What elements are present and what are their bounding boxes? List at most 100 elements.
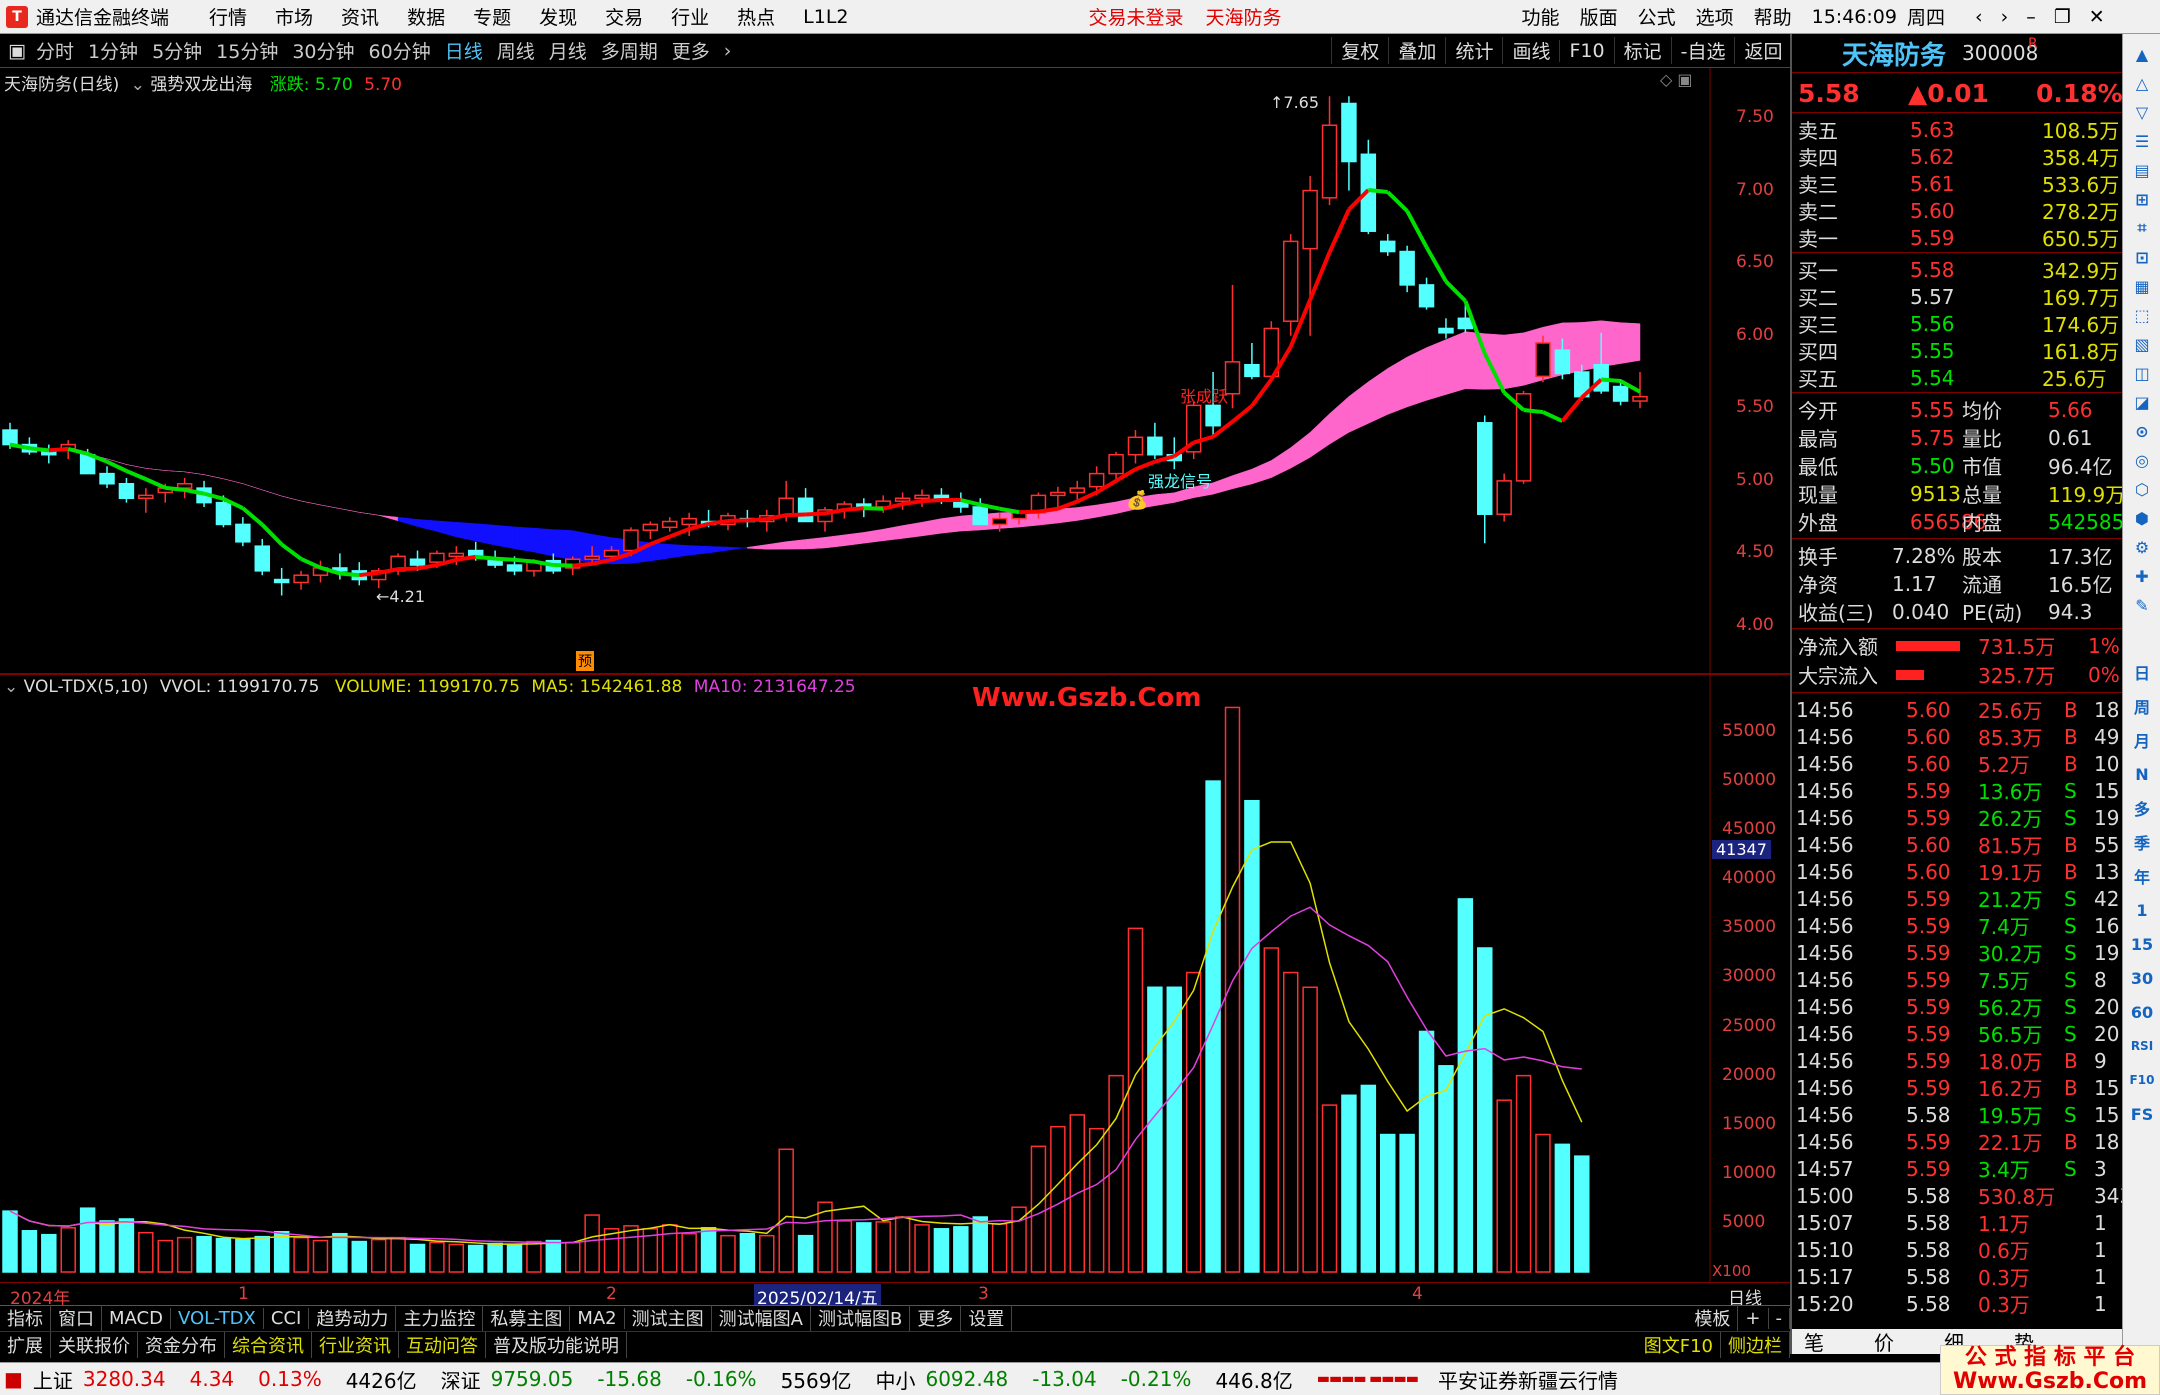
period-daily[interactable]: 日线 — [445, 37, 483, 64]
period-30min[interactable]: 30分钟 — [292, 37, 354, 64]
side-tool-icon[interactable]: ▦ — [2130, 274, 2154, 298]
idx2-name[interactable]: 深证 — [441, 1365, 481, 1394]
chart-corner-icons[interactable]: ◇ ▣ — [1660, 70, 1693, 89]
vol-indicator[interactable]: VOL-TDX(5,10) — [24, 677, 149, 697]
info-tab[interactable]: 行业资讯 — [312, 1331, 399, 1358]
minimize-icon[interactable]: – — [2026, 6, 2036, 28]
menu-item-market[interactable]: 市场 — [275, 3, 313, 30]
tool-mark[interactable]: 标记 — [1613, 37, 1671, 64]
menu-item-discover[interactable]: 发现 — [539, 3, 577, 30]
indicator-tab[interactable]: 测试幅图B — [811, 1305, 911, 1331]
side-period-tool[interactable]: 月 — [2130, 728, 2154, 752]
side-tool-icon[interactable]: ⚙ — [2130, 535, 2154, 559]
side-period-tool[interactable]: 多 — [2130, 796, 2154, 820]
indicator-tab[interactable]: 私募主图 — [483, 1305, 571, 1331]
period-multi[interactable]: 多周期 — [601, 37, 658, 64]
menu-item-help[interactable]: 帮助 — [1754, 3, 1792, 30]
period-weekly[interactable]: 周线 — [497, 37, 535, 64]
side-period-tool[interactable]: RSI — [2130, 1034, 2154, 1058]
indicator-tab[interactable]: 趋势动力 — [309, 1305, 397, 1331]
formula-chevron-icon[interactable]: ⌄ — [131, 75, 145, 95]
side-tool-icon[interactable]: ◎ — [2130, 448, 2154, 472]
menu-item-data[interactable]: 数据 — [407, 3, 445, 30]
menu-item-quotes[interactable]: 行情 — [209, 3, 247, 30]
login-status[interactable]: 交易未登录 — [1089, 3, 1184, 30]
info-tab[interactable]: 普及版功能说明 — [486, 1331, 627, 1358]
side-period-tool[interactable]: 60 — [2130, 1000, 2154, 1024]
tool-overlay[interactable]: 叠加 — [1388, 37, 1445, 64]
side-tool-icon[interactable]: ⬢ — [2130, 506, 2154, 530]
tool-watchlist[interactable]: -自选 — [1670, 37, 1735, 64]
side-tool-icon[interactable]: ◫ — [2130, 361, 2154, 385]
side-tool-icon[interactable]: ▤ — [2130, 158, 2154, 182]
vol-chevron-icon[interactable]: ⌄ — [4, 677, 18, 697]
period-5min[interactable]: 5分钟 — [152, 37, 202, 64]
side-tool-icon[interactable]: △ — [2130, 71, 2154, 95]
formula-name[interactable]: 强势双龙出海 — [150, 75, 252, 95]
side-tool-icon[interactable]: ⊙ — [2130, 419, 2154, 443]
info-tab[interactable]: 关联报价 — [51, 1331, 138, 1358]
period-15min[interactable]: 15分钟 — [216, 37, 278, 64]
tool-adjust[interactable]: 复权 — [1331, 37, 1388, 64]
indicator-tab[interactable]: 更多 — [910, 1305, 962, 1331]
info-tab-right[interactable]: 侧边栏 — [1721, 1331, 1790, 1358]
chevron-right-icon[interactable]: › — [724, 40, 732, 62]
side-period-tool[interactable]: 30 — [2130, 966, 2154, 990]
indicator-tab-right[interactable]: - — [1769, 1307, 1790, 1329]
side-tool-icon[interactable]: ◪ — [2130, 390, 2154, 414]
broker-name[interactable]: 平安证券新疆云行情 — [1438, 1365, 1618, 1394]
side-period-tool[interactable]: FS — [2130, 1102, 2154, 1126]
menu-item-layout[interactable]: 版面 — [1580, 3, 1618, 30]
indicator-tab[interactable]: 设置 — [961, 1305, 1013, 1331]
indicator-tab[interactable]: 指标 — [0, 1305, 51, 1331]
side-tool-icon[interactable]: ▲ — [2130, 42, 2154, 66]
info-tab[interactable]: 资金分布 — [138, 1331, 225, 1358]
side-tool-icon[interactable]: ▧ — [2130, 332, 2154, 356]
side-period-tool[interactable]: N — [2130, 762, 2154, 786]
menu-item-hotspot[interactable]: 热点 — [737, 3, 775, 30]
side-tool-icon[interactable]: ⬚ — [2130, 303, 2154, 327]
period-tick[interactable]: 分时 — [36, 37, 74, 64]
panel-toggle-icon[interactable]: ▣ — [8, 40, 26, 62]
tool-stats[interactable]: 统计 — [1445, 37, 1502, 64]
side-period-tool[interactable]: 季 — [2130, 830, 2154, 854]
info-tab-right[interactable]: 图文F10 — [1637, 1331, 1721, 1358]
menu-item-topics[interactable]: 专题 — [473, 3, 511, 30]
side-period-tool[interactable]: 1 — [2130, 898, 2154, 922]
menu-item-industry[interactable]: 行业 — [671, 3, 709, 30]
indicator-tab[interactable]: 测试幅图A — [712, 1305, 811, 1331]
side-tool-icon[interactable]: ✚ — [2130, 564, 2154, 588]
menu-item-l1l2[interactable]: L1L2 — [803, 6, 848, 28]
side-tool-icon[interactable]: ⊞ — [2130, 187, 2154, 211]
menu-item-news[interactable]: 资讯 — [341, 3, 379, 30]
indicator-tab[interactable]: MA2 — [570, 1307, 625, 1329]
tool-back[interactable]: 返回 — [1734, 37, 1791, 64]
info-tab[interactable]: 综合资讯 — [225, 1331, 312, 1358]
indicator-tab-right[interactable]: + — [1738, 1307, 1769, 1329]
indicator-tab[interactable]: MACD — [102, 1307, 171, 1329]
forward-arrow-icon[interactable]: › — [2001, 6, 2009, 28]
period-monthly[interactable]: 月线 — [549, 37, 587, 64]
info-tab[interactable]: 扩展 — [0, 1331, 51, 1358]
tool-draw[interactable]: 画线 — [1502, 37, 1559, 64]
side-period-tool[interactable]: 年 — [2130, 864, 2154, 888]
close-icon[interactable]: ✕ — [2089, 6, 2105, 28]
indicator-tab[interactable]: 测试主图 — [625, 1305, 712, 1331]
idx1-name[interactable]: 上证 — [33, 1365, 73, 1394]
quote-bottom-tab[interactable]: 价 — [1874, 1327, 1894, 1356]
side-period-tool[interactable]: F10 — [2130, 1068, 2155, 1092]
indicator-tab[interactable]: 窗口 — [51, 1305, 102, 1331]
menu-item-function[interactable]: 功能 — [1522, 3, 1560, 30]
menu-item-formula[interactable]: 公式 — [1638, 3, 1676, 30]
side-tool-icon[interactable]: ✎ — [2130, 593, 2154, 617]
tool-f10[interactable]: F10 — [1559, 39, 1613, 62]
side-tool-icon[interactable]: ⬡ — [2130, 477, 2154, 501]
period-60min[interactable]: 60分钟 — [369, 37, 431, 64]
period-1min[interactable]: 1分钟 — [88, 37, 138, 64]
back-arrow-icon[interactable]: ‹ — [1975, 6, 1983, 28]
idx3-name[interactable]: 中小 — [875, 1365, 915, 1394]
side-tool-icon[interactable]: ▽ — [2130, 100, 2154, 124]
restore-icon[interactable]: ❐ — [2054, 6, 2071, 28]
menu-item-trade[interactable]: 交易 — [605, 3, 643, 30]
quote-bottom-tab[interactable]: 笔 — [1804, 1327, 1824, 1356]
